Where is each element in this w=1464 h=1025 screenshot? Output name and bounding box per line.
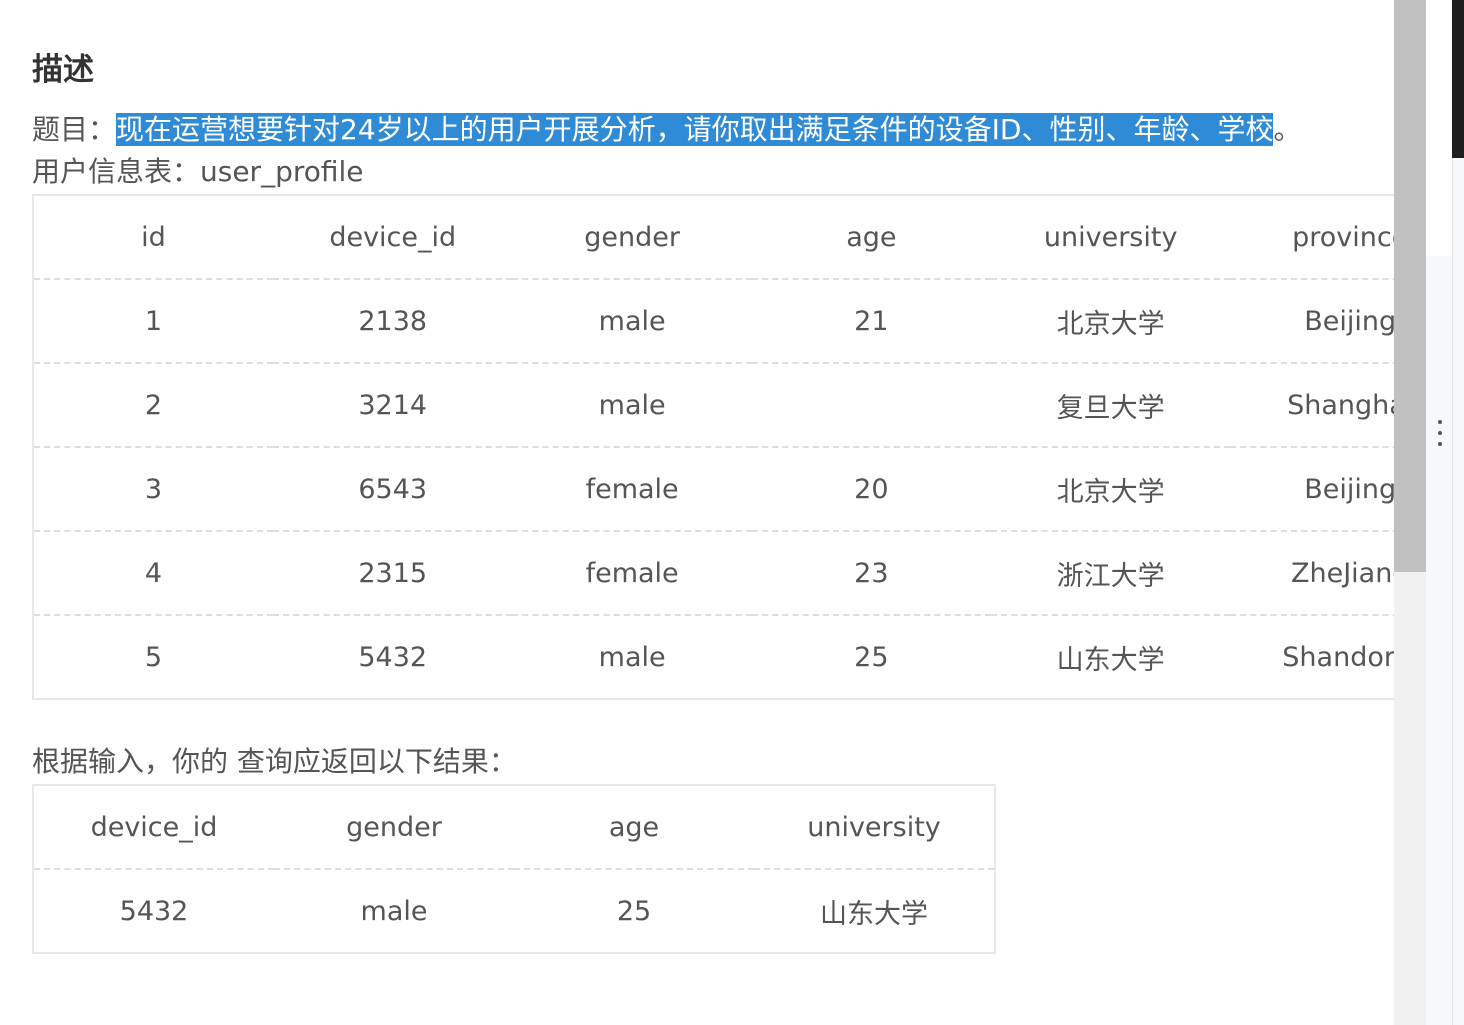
table-cell: ZheJiang	[1230, 530, 1394, 615]
table-row: 5 5432 male 25 山东大学 Shandong	[33, 614, 1394, 699]
table-row: 5432 male 25 山东大学	[33, 868, 995, 953]
column-header: gender	[346, 811, 442, 843]
table-row: 2 3214 male 复旦大学 Shanghai	[33, 362, 1394, 447]
table-cell: 3214	[273, 362, 513, 447]
table-cell: 23	[751, 530, 991, 615]
column-header: university	[1043, 221, 1178, 253]
table-cell: 1	[33, 278, 273, 363]
table-cell: 5432	[273, 614, 513, 699]
result-intro: 根据输入，你的 查询应返回以下结果：	[32, 745, 517, 778]
table-cell: 北京大学	[990, 278, 1231, 363]
table-cell: Beijing	[1230, 446, 1394, 531]
table-cell: 25	[514, 868, 754, 953]
scrollbar-thumb[interactable]	[1394, 0, 1426, 572]
table-row: 1 2138 male 21 北京大学 Beijing	[33, 278, 1394, 363]
column-header: age	[846, 221, 897, 253]
side-panel-header	[1426, 0, 1452, 256]
table-cell: male	[512, 362, 752, 447]
table-cell: Beijing	[1230, 278, 1394, 363]
table-cell: 山东大学	[990, 614, 1231, 699]
problem-description: 描述 题目：现在运营想要针对24岁以上的用户开展分析，请你取出满足条件的设备ID…	[0, 0, 1394, 1025]
side-panel	[1426, 0, 1464, 1025]
table-cell: 2315	[273, 530, 513, 615]
column-header: device_id	[329, 221, 457, 253]
column-header: gender	[584, 221, 680, 253]
more-vertical-icon[interactable]	[1437, 420, 1443, 450]
table-cell: female	[512, 530, 752, 615]
column-header: province	[1292, 221, 1394, 253]
table-cell: 3	[33, 446, 273, 531]
table-cell	[751, 362, 991, 447]
column-header: university	[807, 811, 941, 843]
table-cell: 2138	[273, 278, 513, 363]
table-cell: Shanghai	[1230, 362, 1394, 447]
question-text-selected[interactable]: 现在运营想要针对24岁以上的用户开展分析，请你取出满足条件的设备ID、性别、年龄…	[116, 113, 1274, 146]
column-header: id	[141, 221, 166, 253]
table-intro: 用户信息表：user_profile	[32, 155, 364, 188]
question-line: 题目：现在运营想要针对24岁以上的用户开展分析，请你取出满足条件的设备ID、性别…	[32, 110, 1301, 150]
table-cell: 2	[33, 362, 273, 447]
column-header: device_id	[90, 811, 218, 843]
table-cell: 北京大学	[990, 446, 1231, 531]
table-cell: female	[512, 446, 752, 531]
question-prefix: 题目：	[32, 113, 117, 146]
table-header-row: device_id gender age university	[33, 785, 995, 869]
table-header-row: id device_id gender age university provi…	[33, 195, 1394, 279]
table-cell: male	[512, 278, 752, 363]
table-cell: 山东大学	[754, 868, 995, 953]
column-header: age	[608, 811, 660, 843]
description-heading: 描述	[32, 52, 94, 88]
table-cell: 5	[33, 614, 273, 699]
table-row: 4 2315 female 23 浙江大学 ZheJiang	[33, 530, 1394, 615]
table-cell: 6543	[273, 446, 513, 531]
question-suffix: 。	[1273, 113, 1302, 146]
result-table: device_id gender age university 5432 mal…	[32, 784, 996, 954]
side-panel-indicator	[1452, 0, 1464, 158]
table-cell: 4	[33, 530, 273, 615]
user-profile-table: id device_id gender age university provi…	[32, 194, 1394, 700]
table-cell: 20	[751, 446, 991, 531]
table-cell: Shandong	[1230, 614, 1394, 699]
table-cell: 浙江大学	[990, 530, 1231, 615]
table-cell: male	[512, 614, 752, 699]
table-cell: 21	[751, 278, 991, 363]
table-cell: 复旦大学	[990, 362, 1231, 447]
table-cell: 5432	[33, 868, 274, 953]
table-cell: 25	[751, 614, 991, 699]
table-row: 3 6543 female 20 北京大学 Beijing	[33, 446, 1394, 531]
table-cell: male	[274, 868, 514, 953]
